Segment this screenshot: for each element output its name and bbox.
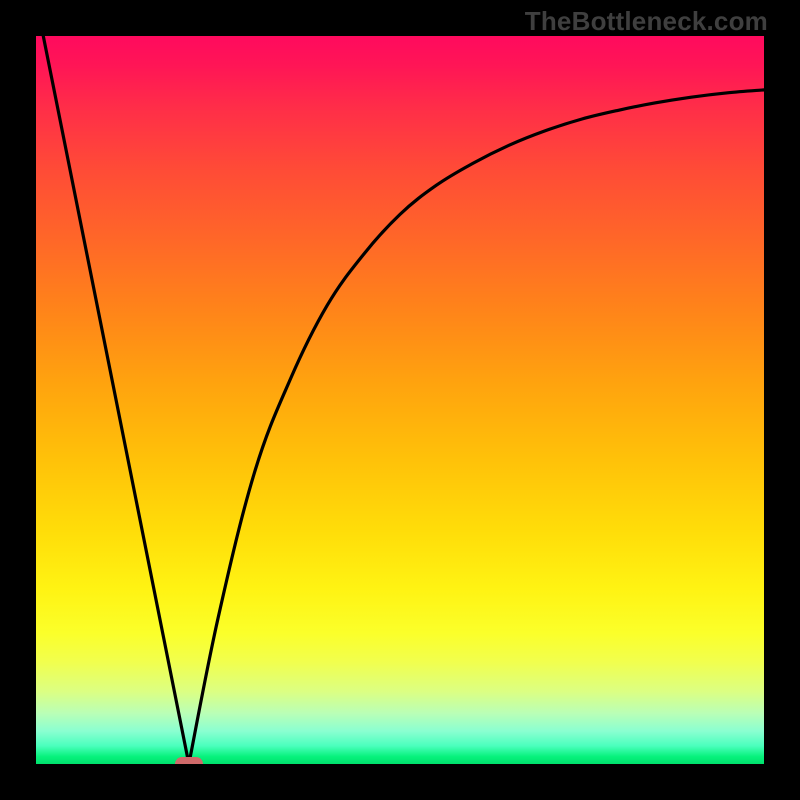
- watermark-text: TheBottleneck.com: [525, 6, 768, 37]
- min-point-marker: [175, 757, 203, 764]
- plot-area: [36, 36, 764, 764]
- curve-path: [43, 36, 764, 764]
- bottleneck-curve: [36, 36, 764, 764]
